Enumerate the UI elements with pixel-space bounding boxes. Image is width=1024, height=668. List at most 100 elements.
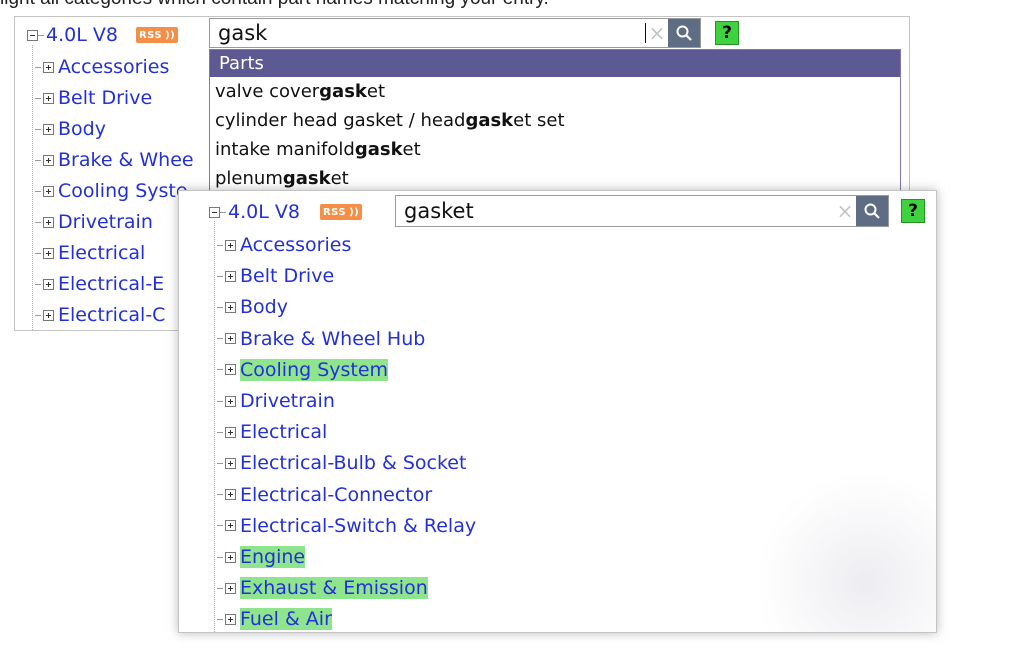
tree-root-row[interactable]: 4.0L V8 RSS)) <box>27 24 179 46</box>
tree-item-drivetrain[interactable]: Drivetrain <box>35 210 153 234</box>
tree-item-label[interactable]: Cooling Syste <box>58 180 188 202</box>
dropdown-header: Parts <box>210 50 900 77</box>
suggestion-text: valve cover <box>215 81 320 102</box>
tree-item-label[interactable]: Exhaust & Emission <box>240 577 428 600</box>
tree-item-label[interactable]: Cooling System <box>240 358 389 381</box>
tree-item-label[interactable]: Accessories <box>58 56 169 78</box>
tree-item-label[interactable]: Brake & Wheel Hub <box>240 328 425 350</box>
tree-item-cooling-syste[interactable]: Cooling Syste <box>35 179 188 203</box>
search-box: gasket × <box>395 195 889 227</box>
tree-item-label[interactable]: Belt Drive <box>240 265 334 287</box>
tree-item-label[interactable]: Electrical <box>58 242 145 264</box>
tree-item-label[interactable]: Fuel & Air <box>240 608 332 631</box>
search-icon <box>676 25 692 41</box>
expand-icon[interactable] <box>225 333 236 345</box>
tree-item-accessories[interactable]: Accessories <box>35 55 169 79</box>
catalog-panel-filtered: 4.0L V8 RSS)) Accessories Belt Drive Body B… <box>178 190 937 633</box>
tree-item-label[interactable]: Brake & Whee <box>58 149 194 171</box>
expand-icon[interactable] <box>225 613 236 625</box>
tree-item-label[interactable]: Engine <box>240 546 306 568</box>
tree-item-engine[interactable]: Engine <box>217 545 306 569</box>
tree-item-label[interactable]: Electrical-E <box>58 273 164 295</box>
tree-item-electrical-switch-relay[interactable]: Electrical-Switch & Relay <box>217 514 476 538</box>
clear-icon[interactable]: × <box>646 21 668 45</box>
search-input[interactable]: gasket <box>396 199 834 223</box>
collapse-icon[interactable] <box>27 29 38 41</box>
suggestion-text: et <box>402 139 421 160</box>
expand-icon[interactable] <box>225 582 236 594</box>
tree-item-exhaust-emission[interactable]: Exhaust & Emission <box>217 576 428 600</box>
clear-icon[interactable]: × <box>834 199 856 223</box>
root-vehicle-label[interactable]: 4.0L V8 <box>46 24 118 46</box>
help-button[interactable]: ? <box>715 21 739 45</box>
tree-item-label[interactable]: Electrical-C <box>58 304 165 326</box>
tree-item-belt-drive[interactable]: Belt Drive <box>35 86 152 110</box>
tree-item-body[interactable]: Body <box>217 295 288 319</box>
expand-icon[interactable] <box>225 395 236 407</box>
tree-item-fuel-air[interactable]: Fuel & Air <box>217 607 332 631</box>
expand-icon[interactable] <box>43 92 54 104</box>
suggestion-match: gask <box>319 81 367 102</box>
suggestion-match: gask <box>465 110 514 131</box>
tree-item-electrical[interactable]: Electrical <box>217 420 327 444</box>
help-button[interactable]: ? <box>901 199 925 223</box>
tree-item-label[interactable]: Body <box>240 296 288 318</box>
expand-icon[interactable] <box>43 154 54 166</box>
tree-item-label[interactable]: Body <box>58 118 106 140</box>
autocomplete-suggestion[interactable]: intake manifold gask et <box>210 135 900 164</box>
expand-icon[interactable] <box>43 247 54 259</box>
tree-item-brake-wheel-hub[interactable]: Brake & Wheel Hub <box>217 327 425 351</box>
autocomplete-suggestion[interactable]: plenum gask et <box>210 164 900 193</box>
expand-icon[interactable] <box>225 364 236 376</box>
tree-item-body[interactable]: Body <box>35 117 106 141</box>
search-box: gask × <box>209 18 701 48</box>
tree-item-label[interactable]: Electrical-Bulb & Socket <box>240 452 466 474</box>
suggestion-text: cylinder head gasket / head <box>215 110 466 131</box>
tree-item-electrical-bulb-socket[interactable]: Electrical-Bulb & Socket <box>217 451 466 475</box>
autocomplete-suggestion[interactable]: cylinder head gasket / head gask et set <box>210 106 900 135</box>
tree-item-label[interactable]: Electrical <box>240 421 327 443</box>
tree-item-label[interactable]: Accessories <box>240 234 351 256</box>
expand-icon[interactable] <box>225 551 236 563</box>
suggestion-text: intake manifold <box>215 139 355 160</box>
expand-icon[interactable] <box>225 520 236 532</box>
tree-item-label[interactable]: Electrical-Connector <box>240 484 432 506</box>
tree-item-electrical-c[interactable]: Electrical-C <box>35 303 165 327</box>
expand-icon[interactable] <box>43 309 54 321</box>
tree-item-electrical-e[interactable]: Electrical-E <box>35 272 164 296</box>
expand-icon[interactable] <box>225 426 236 438</box>
expand-icon[interactable] <box>225 270 236 282</box>
rss-icon[interactable]: RSS)) <box>319 204 363 220</box>
tree-item-label[interactable]: Belt Drive <box>58 87 152 109</box>
expand-icon[interactable] <box>43 278 54 290</box>
collapse-icon[interactable] <box>209 206 220 218</box>
expand-icon[interactable] <box>225 301 236 313</box>
tree-item-label[interactable]: Drivetrain <box>58 211 153 233</box>
autocomplete-suggestion[interactable]: valve cover gask et <box>210 77 900 106</box>
expand-icon[interactable] <box>225 239 236 251</box>
expand-icon[interactable] <box>43 61 54 73</box>
suggestion-match: gask <box>282 168 331 189</box>
tree-item-belt-drive[interactable]: Belt Drive <box>217 264 334 288</box>
expand-icon[interactable] <box>43 216 54 228</box>
tree-item-brake-whee[interactable]: Brake & Whee <box>35 148 194 172</box>
tree-item-electrical-connector[interactable]: Electrical-Connector <box>217 483 432 507</box>
tree-root-row[interactable]: 4.0L V8 RSS)) <box>209 200 363 224</box>
suggestion-text: plenum <box>215 168 283 189</box>
expand-icon[interactable] <box>225 489 236 501</box>
search-button[interactable] <box>856 196 888 226</box>
tree-item-accessories[interactable]: Accessories <box>217 233 351 257</box>
tree-item-label[interactable]: Electrical-Switch & Relay <box>240 515 476 537</box>
tree-item-label[interactable]: Drivetrain <box>240 390 335 412</box>
expand-icon[interactable] <box>225 457 236 469</box>
search-button[interactable] <box>668 19 700 47</box>
expand-icon[interactable] <box>43 123 54 135</box>
rss-icon[interactable]: RSS)) <box>135 27 179 43</box>
root-vehicle-label[interactable]: 4.0L V8 <box>228 201 300 223</box>
search-input[interactable]: gask <box>210 21 645 45</box>
tree-item-electrical[interactable]: Electrical <box>35 241 145 265</box>
tree-item-drivetrain[interactable]: Drivetrain <box>217 389 335 413</box>
instruction-caption: light all categories which contain part … <box>0 0 549 10</box>
expand-icon[interactable] <box>43 185 54 197</box>
tree-item-cooling-system[interactable]: Cooling System <box>217 358 389 382</box>
